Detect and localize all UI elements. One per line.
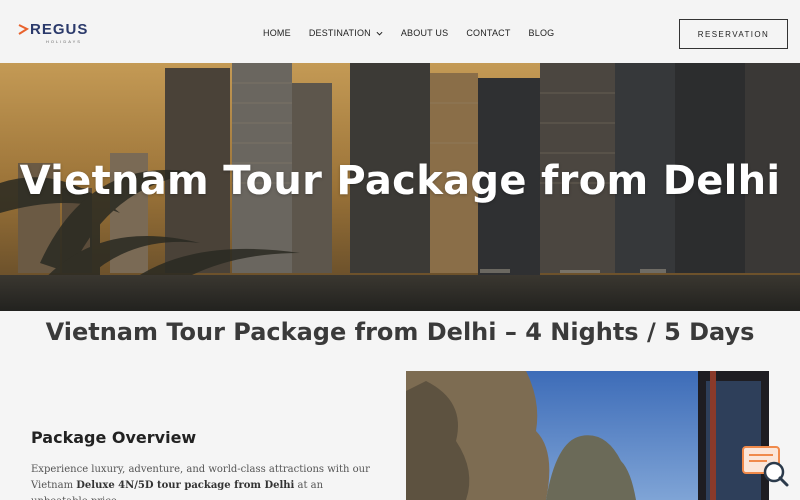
- nav-about-us[interactable]: ABOUT US: [401, 28, 448, 38]
- logo-subtext: HOLIDAYS: [46, 39, 82, 44]
- chevron-down-icon: [376, 31, 383, 36]
- reservation-button[interactable]: RESERVATION: [679, 19, 788, 49]
- nav-destination[interactable]: DESTINATION: [309, 28, 383, 38]
- logo-text: REGUS: [30, 21, 89, 38]
- page-title: Vietnam Tour Package from Delhi – 4 Nigh…: [45, 318, 755, 346]
- halong-bay-photo: [406, 371, 769, 500]
- package-overview-heading: Package Overview: [31, 428, 197, 447]
- nav-contact[interactable]: CONTACT: [466, 28, 510, 38]
- hero-banner: Vietnam Tour Package from Delhi: [0, 63, 800, 311]
- nav-home[interactable]: HOME: [263, 28, 291, 38]
- nav-destination-label: DESTINATION: [308, 28, 371, 38]
- main-nav: HOME DESTINATION ABOUT US CONTACT BLOG: [263, 28, 572, 38]
- chat-widget[interactable]: [741, 445, 791, 489]
- halong-bay-image: [406, 371, 769, 500]
- site-header: REGUS HOLIDAYS HOME DESTINATION ABOUT US…: [0, 0, 800, 63]
- site-logo[interactable]: REGUS HOLIDAYS: [18, 20, 98, 46]
- overview-text-bold: Deluxe 4N/5D tour package from Delhi: [76, 480, 295, 491]
- chat-search-icon: [742, 446, 789, 487]
- package-overview-text: Experience luxury, adventure, and world-…: [31, 462, 381, 500]
- nav-blog[interactable]: BLOG: [529, 28, 555, 38]
- hero-title: Vietnam Tour Package from Delhi: [19, 158, 781, 204]
